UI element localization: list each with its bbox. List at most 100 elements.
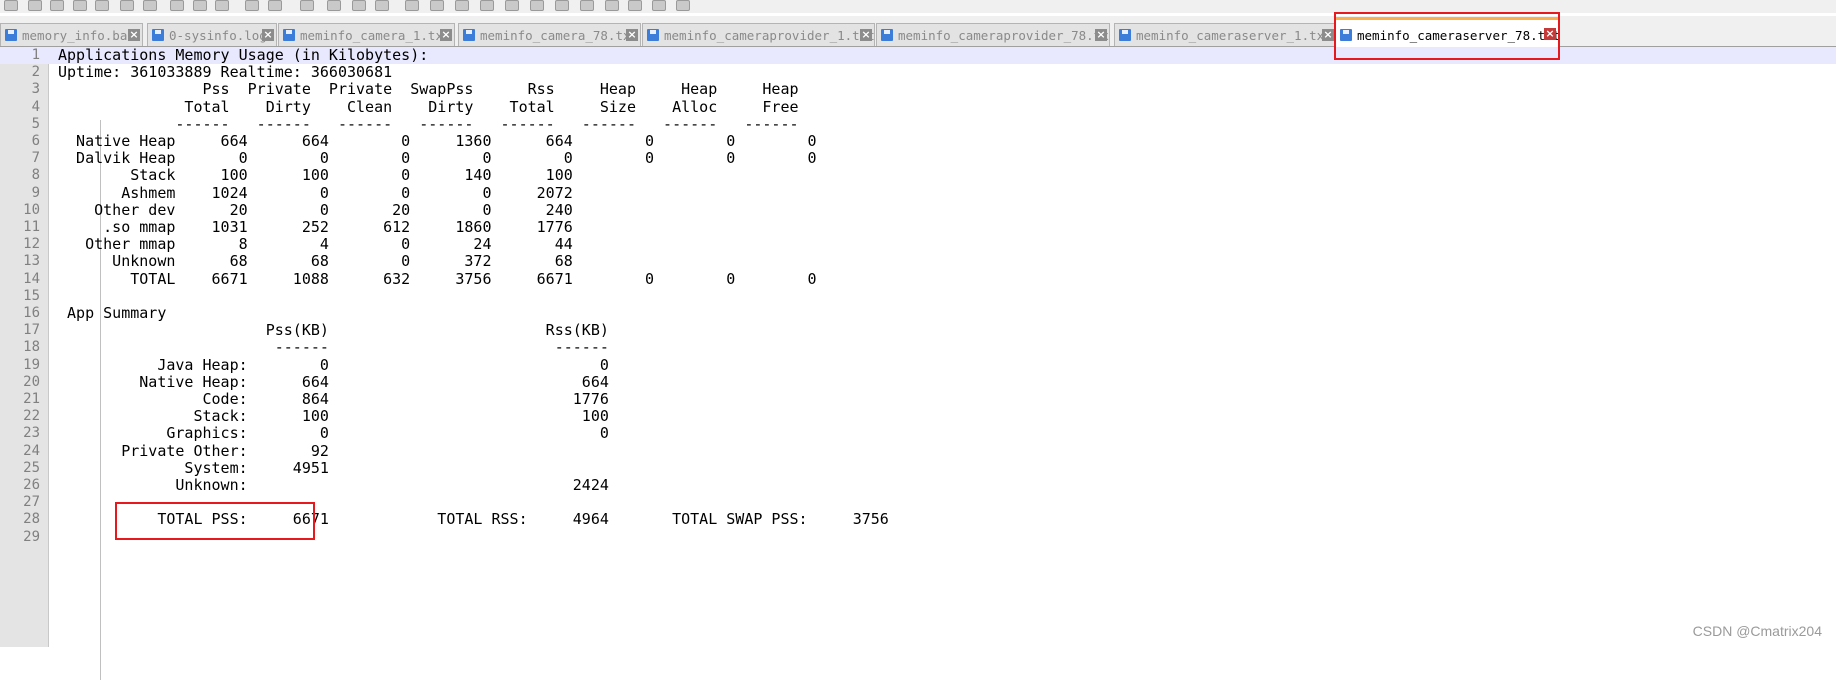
folder-icon[interactable]: [530, 0, 544, 11]
line-text: Stack 100 100 0 140 100: [58, 166, 573, 185]
editor-line[interactable]: 24 Private Other: 92: [0, 442, 1836, 460]
tab-0-sysinfo-log[interactable]: 0-sysinfo.log ×: [147, 23, 277, 46]
editor-line[interactable]: 6 Native Heap 664 664 0 1360 664 0 0 0: [0, 133, 1836, 150]
editor-line[interactable]: 12 Other mmap 8 4 0 24 44: [0, 236, 1836, 253]
cut-icon[interactable]: [170, 0, 184, 11]
copy-icon[interactable]: [193, 0, 207, 11]
tab-label: meminfo_cameraprovider_1.txt: [664, 28, 875, 43]
tab-meminfo-camera-1-txt[interactable]: meminfo_camera_1.txt ×: [278, 23, 455, 46]
total-pss-highlight-box: [115, 502, 315, 540]
text-editor[interactable]: 1 Applications Memory Usage (in Kilobytes…: [0, 47, 1836, 680]
replace-icon[interactable]: [327, 0, 341, 11]
line-number: 17: [23, 322, 40, 339]
watermark: CSDN @Cmatrix204: [1692, 623, 1822, 639]
line-number: 18: [23, 339, 40, 356]
tab-meminfo-camera-78-txt[interactable]: meminfo_camera_78.txt ×: [458, 23, 641, 46]
editor-line[interactable]: 4 Total Dirty Clean Dirty Total Size All…: [0, 97, 1836, 116]
close-all-icon[interactable]: [120, 0, 134, 11]
line-text: Native Heap: 664 664: [58, 372, 609, 391]
editor-line[interactable]: 26 Unknown: 2424: [0, 477, 1836, 494]
stop-icon[interactable]: [605, 0, 619, 11]
indent-icon[interactable]: [480, 0, 494, 11]
zoom-out-icon[interactable]: [375, 0, 389, 11]
editor-line[interactable]: 10 Other dev 20 0 20 0 240: [0, 201, 1836, 219]
find-icon[interactable]: [300, 0, 314, 11]
close-icon[interactable]: [95, 0, 109, 11]
close-icon[interactable]: ×: [440, 29, 452, 41]
zoom-in-icon[interactable]: [352, 0, 366, 11]
line-number: 11: [23, 219, 40, 235]
tab-label: meminfo_camera_78.txt: [480, 28, 639, 43]
line-text: Uptime: 361033889 Realtime: 366030681: [58, 63, 393, 82]
save-all-icon[interactable]: [73, 0, 87, 11]
record-icon[interactable]: [580, 0, 594, 11]
close-icon[interactable]: ×: [128, 29, 140, 41]
line-number: 27: [23, 494, 40, 511]
close-icon[interactable]: ×: [860, 29, 872, 41]
editor-line[interactable]: 2 Uptime: 361033889 Realtime: 366030681: [0, 64, 1836, 81]
line-number: 12: [23, 236, 40, 253]
line-number: 13: [23, 253, 40, 270]
line-text: Java Heap: 0 0: [58, 355, 609, 374]
editor-line[interactable]: 18 ------ ------: [0, 339, 1836, 356]
editor-line[interactable]: 7 Dalvik Heap 0 0 0 0 0 0 0 0: [0, 150, 1836, 167]
monitor-icon[interactable]: [555, 0, 569, 11]
paste-icon[interactable]: [215, 0, 229, 11]
line-text: Applications Memory Usage (in Kilobytes)…: [58, 46, 429, 64]
tab-meminfo-cameraprovider-78-txt[interactable]: meminfo_cameraprovider_78.txt ×: [876, 23, 1110, 46]
line-number: 19: [23, 356, 40, 373]
editor-line[interactable]: 8 Stack 100 100 0 140 100: [0, 167, 1836, 184]
line-number: 24: [23, 442, 40, 459]
editor-line[interactable]: 13 Unknown 68 68 0 372 68: [0, 253, 1836, 270]
close-icon[interactable]: ×: [1322, 29, 1334, 41]
tab-bar: memory_info.bat × 0-sysinfo.log × meminfo_ca…: [0, 16, 1836, 47]
tab-memory-info-bat[interactable]: memory_info.bat ×: [0, 23, 143, 46]
editor-line[interactable]: 11 .so mmap 1031 252 612 1860 1776: [0, 219, 1836, 236]
redo-icon[interactable]: [268, 0, 282, 11]
tab-meminfo-cameraprovider-1-txt[interactable]: meminfo_cameraprovider_1.txt ×: [642, 23, 875, 46]
line-number: 26: [23, 477, 40, 493]
close-icon[interactable]: ×: [262, 29, 274, 41]
line-number: 3: [31, 81, 40, 98]
editor-line[interactable]: 17 Pss(KB) Rss(KB): [0, 322, 1836, 339]
close-icon[interactable]: ×: [1095, 29, 1107, 41]
sync-h-icon[interactable]: [430, 0, 444, 11]
editor-line[interactable]: 22 Stack: 100 100: [0, 408, 1836, 425]
print-icon[interactable]: [143, 0, 157, 11]
line-text: Stack: 100 100: [58, 407, 609, 426]
line-text: Total Dirty Clean Dirty Total Size Alloc…: [58, 97, 799, 116]
save-icon[interactable]: [50, 0, 64, 11]
tab-label: 0-sysinfo.log: [169, 28, 267, 43]
editor-line[interactable]: 9 Ashmem 1024 0 0 0 2072: [0, 184, 1836, 202]
editor-line[interactable]: 14 TOTAL 6671 1088 632 3756 6671 0 0 0: [0, 270, 1836, 288]
open-file-icon[interactable]: [28, 0, 42, 11]
editor-line[interactable]: 5 ------ ------ ------ ------ ------ ---…: [0, 114, 1836, 133]
editor-line[interactable]: 23 Graphics: 0 0: [0, 425, 1836, 442]
editor-line[interactable]: 1 Applications Memory Usage (in Kilobytes…: [0, 47, 1836, 64]
editor-line[interactable]: 20 Native Heap: 664 664: [0, 372, 1836, 391]
play-multi-icon[interactable]: [652, 0, 666, 11]
sync-v-icon[interactable]: [405, 0, 419, 11]
file-saved-icon: [5, 29, 17, 41]
all-chars-icon[interactable]: [505, 0, 519, 11]
play-icon[interactable]: [628, 0, 642, 11]
new-file-icon[interactable]: [4, 0, 18, 11]
save-macro-icon[interactable]: [676, 0, 690, 11]
editor-line[interactable]: 25 System: 4951: [0, 459, 1836, 477]
editor-line[interactable]: 21 Code: 864 1776: [0, 391, 1836, 408]
editor-line[interactable]: 19 Java Heap: 0 0: [0, 355, 1836, 374]
tab-label: memory_info.bat: [22, 28, 135, 43]
line-text: Dalvik Heap 0 0 0 0 0 0 0 0: [58, 149, 817, 168]
close-icon[interactable]: ×: [626, 29, 638, 41]
editor-line[interactable]: 16 App Summary: [0, 305, 1836, 322]
tab-meminfo-cameraserver-1-txt[interactable]: meminfo_cameraserver_1.txt ×: [1114, 23, 1337, 46]
undo-icon[interactable]: [245, 0, 259, 11]
editor-line[interactable]: 3 Pss Private Private SwapPss Rss Heap H…: [0, 81, 1836, 98]
line-text: Other mmap 8 4 0 24 44: [58, 235, 573, 254]
toolbar: [0, 0, 1836, 13]
line-text: Pss(KB) Rss(KB): [58, 321, 609, 340]
line-number: 8: [31, 167, 40, 184]
wrap-icon[interactable]: [455, 0, 469, 11]
line-text: ------ ------ ------ ------ ------ -----…: [58, 114, 799, 133]
editor-line[interactable]: 15: [0, 288, 1836, 305]
